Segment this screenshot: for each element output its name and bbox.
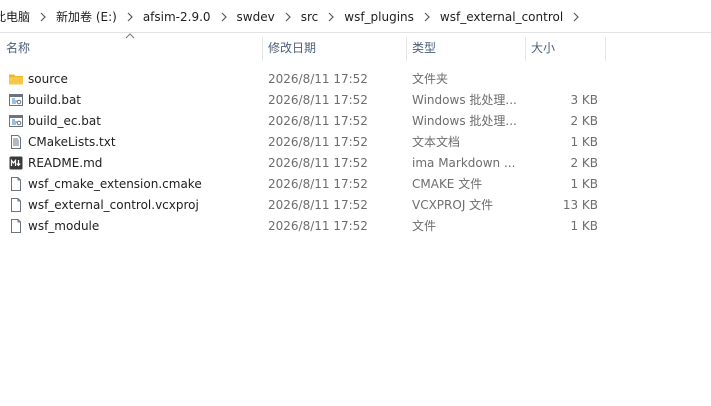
file-name: wsf_cmake_extension.cmake bbox=[28, 177, 202, 191]
file-type: 文件夹 bbox=[412, 72, 449, 86]
file-type: 文本文档 bbox=[412, 135, 461, 149]
breadcrumb-item-afsim[interactable]: afsim-2.9.0 bbox=[141, 8, 213, 26]
file-date: 2026/8/11 17:52 bbox=[268, 177, 368, 191]
sort-ascending-icon bbox=[125, 33, 135, 39]
file-name: wsf_external_control.vcxproj bbox=[28, 198, 199, 212]
file-type: 文件 bbox=[412, 219, 437, 233]
column-header-date[interactable]: 修改日期 bbox=[262, 33, 406, 63]
column-header-size-label: 大小 bbox=[531, 41, 556, 55]
file-date: 2026/8/11 17:52 bbox=[268, 93, 368, 107]
file-date: 2026/8/11 17:52 bbox=[268, 135, 368, 149]
blank-file-icon bbox=[11, 198, 21, 212]
batch-file-icon bbox=[9, 94, 23, 106]
column-divider[interactable] bbox=[605, 37, 606, 61]
column-header-date-label: 修改日期 bbox=[268, 41, 317, 55]
chevron-right-icon[interactable] bbox=[277, 8, 299, 26]
chevron-right-icon[interactable] bbox=[213, 8, 235, 26]
file-size: 2 KB bbox=[570, 114, 598, 128]
column-header-type-label: 类型 bbox=[412, 41, 437, 55]
batch-file-icon bbox=[9, 115, 23, 127]
file-name: source bbox=[28, 72, 68, 86]
breadcrumb-item-src[interactable]: src bbox=[299, 8, 321, 26]
file-row[interactable]: CMakeLists.txt 2026/8/11 17:52 文本文档 1 KB bbox=[0, 132, 711, 153]
file-row[interactable]: README.md 2026/8/11 17:52 ima Markdown .… bbox=[0, 153, 711, 174]
file-name: build.bat bbox=[28, 93, 81, 107]
file-type: VCXPROJ 文件 bbox=[412, 198, 494, 212]
file-row[interactable]: source 2026/8/11 17:52 文件夹 bbox=[0, 69, 711, 90]
chevron-right-icon[interactable] bbox=[320, 8, 342, 26]
chevron-right-icon[interactable] bbox=[119, 8, 141, 26]
column-header-name[interactable]: 名称 bbox=[0, 33, 262, 63]
breadcrumb-item-swdev[interactable]: swdev bbox=[235, 8, 277, 26]
chevron-right-icon[interactable] bbox=[565, 8, 587, 26]
file-list: source 2026/8/11 17:52 文件夹 build.bat 202… bbox=[0, 69, 711, 237]
column-header-size[interactable]: 大小 bbox=[525, 33, 605, 63]
file-date: 2026/8/11 17:52 bbox=[268, 219, 368, 233]
file-type: Windows 批处理... bbox=[412, 114, 517, 128]
address-bar[interactable]: 此电脑 新加卷 (E:) afsim-2.9.0 swdev src wsf_p… bbox=[0, 0, 711, 33]
file-row[interactable]: build.bat 2026/8/11 17:52 Windows 批处理...… bbox=[0, 90, 711, 111]
file-date: 2026/8/11 17:52 bbox=[268, 156, 368, 170]
file-row[interactable]: wsf_external_control.vcxproj 2026/8/11 1… bbox=[0, 195, 711, 216]
text-file-icon bbox=[11, 135, 21, 149]
file-row[interactable]: wsf_cmake_extension.cmake 2026/8/11 17:5… bbox=[0, 174, 711, 195]
file-size: 1 KB bbox=[570, 219, 598, 233]
file-size: 1 KB bbox=[570, 177, 598, 191]
blank-file-icon bbox=[11, 219, 21, 233]
file-size: 1 KB bbox=[570, 135, 598, 149]
file-date: 2026/8/11 17:52 bbox=[268, 114, 368, 128]
file-type: CMAKE 文件 bbox=[412, 177, 483, 191]
file-name: wsf_module bbox=[28, 219, 100, 233]
file-date: 2026/8/11 17:52 bbox=[268, 72, 368, 86]
file-date: 2026/8/11 17:52 bbox=[268, 198, 368, 212]
file-name: README.md bbox=[28, 156, 103, 170]
file-size: 3 KB bbox=[570, 93, 598, 107]
breadcrumb: 此电脑 新加卷 (E:) afsim-2.9.0 swdev src wsf_p… bbox=[0, 0, 587, 33]
blank-file-icon bbox=[11, 177, 21, 191]
file-type: Windows 批处理... bbox=[412, 93, 517, 107]
file-name: build_ec.bat bbox=[28, 114, 101, 128]
file-name: CMakeLists.txt bbox=[28, 135, 116, 149]
file-size: 2 KB bbox=[570, 156, 598, 170]
breadcrumb-item-wsf-external-control[interactable]: wsf_external_control bbox=[438, 8, 565, 26]
breadcrumb-item-this-pc[interactable]: 此电脑 bbox=[0, 8, 32, 26]
file-row[interactable]: wsf_module 2026/8/11 17:52 文件 1 KB bbox=[0, 216, 711, 237]
chevron-right-icon[interactable] bbox=[416, 8, 438, 26]
file-row[interactable]: build_ec.bat 2026/8/11 17:52 Windows 批处理… bbox=[0, 111, 711, 132]
breadcrumb-item-drive-e[interactable]: 新加卷 (E:) bbox=[54, 8, 119, 26]
file-size: 13 KB bbox=[562, 198, 598, 212]
column-header-name-label: 名称 bbox=[6, 41, 31, 55]
breadcrumb-item-wsf-plugins[interactable]: wsf_plugins bbox=[342, 8, 416, 26]
file-type: ima Markdown ... bbox=[412, 156, 516, 170]
chevron-right-icon[interactable] bbox=[32, 8, 54, 26]
column-header-bar: 名称 修改日期 类型 大小 bbox=[0, 33, 711, 63]
folder-icon bbox=[9, 74, 23, 85]
column-header-type[interactable]: 类型 bbox=[406, 33, 525, 63]
markdown-file-icon bbox=[9, 156, 23, 170]
